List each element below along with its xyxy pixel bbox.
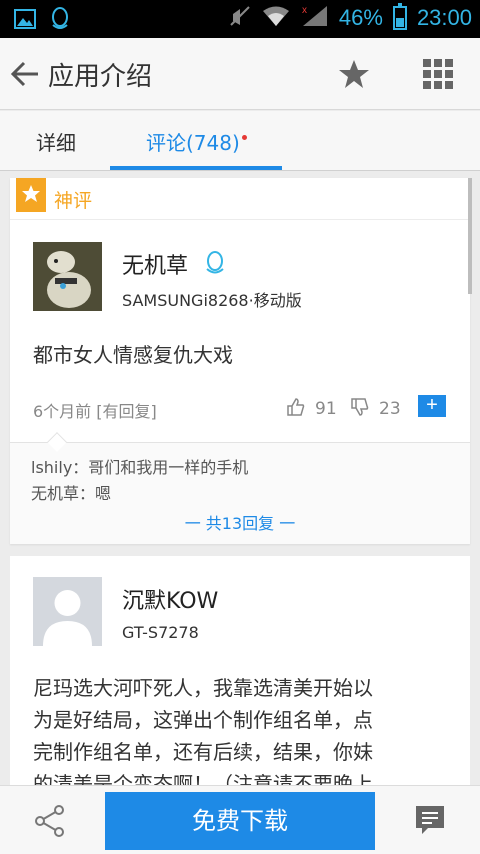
featured-label: 神评: [54, 190, 93, 212]
comment-card: 沉默KOW GT-S7278 尼玛选大河吓死人，我靠选清美开始以 为是好结局，这…: [10, 556, 470, 796]
comment-icon[interactable]: [414, 804, 446, 836]
featured-badge: [16, 178, 46, 212]
unread-dot: [242, 135, 247, 140]
tab-comments[interactable]: 评论(748): [146, 127, 240, 156]
reply-item: lshily：哥们和我用一样的手机: [31, 458, 249, 477]
grid-menu-icon[interactable]: [422, 58, 454, 90]
comment-username[interactable]: 沉默KOW: [122, 583, 218, 615]
favorite-star-icon[interactable]: [338, 58, 370, 90]
tab-bar: 详细 评论(748): [0, 111, 480, 171]
active-tab-indicator: [110, 166, 282, 170]
svg-text:x: x: [302, 5, 307, 16]
page-title: 应用介绍: [48, 62, 153, 92]
tab-detail[interactable]: 详细: [36, 127, 76, 156]
battery-icon: [392, 3, 407, 30]
download-button[interactable]: 免费下载: [105, 792, 375, 850]
thumbs-up-icon[interactable]: [287, 398, 305, 416]
signal-icon: x: [301, 4, 329, 32]
bottom-bar: 免费下载: [0, 785, 480, 854]
star-icon: [22, 185, 40, 202]
back-arrow-icon[interactable]: [10, 60, 40, 88]
comment-line: 尼玛选大河吓死人，我靠选清美开始以: [33, 676, 373, 700]
wifi-icon: [261, 5, 291, 31]
comment-line: 为是好结局，这弹出个制作组名单，点: [33, 708, 373, 732]
default-avatar[interactable]: [33, 577, 102, 646]
divider: [10, 219, 470, 220]
avatar[interactable]: [33, 242, 102, 311]
featured-comment-card: 神评 无机草 SAMSUNGi8268·移动版 都市女人情感复仇大戏 6个月前 …: [10, 178, 470, 544]
add-reply-button[interactable]: +: [418, 395, 446, 417]
comment-meta: 6个月前 [有回复]: [33, 402, 157, 421]
comment-device: GT-S7278: [122, 623, 199, 642]
gallery-icon: [14, 9, 36, 33]
status-bar: x 46% 23:00: [0, 0, 480, 38]
comment-line: 完制作组名单，还有后续，结果，你妹: [33, 740, 373, 764]
thumbs-down-icon[interactable]: [351, 398, 369, 416]
qq-notification-icon: [50, 7, 70, 35]
comment-device: SAMSUNGi8268·移动版: [122, 291, 302, 310]
share-icon[interactable]: [34, 804, 66, 838]
comment-text: 尼玛选大河吓死人，我靠选清美开始以 为是好结局，这弹出个制作组名单，点 完制作组…: [33, 672, 443, 800]
like-count: 91: [315, 399, 337, 419]
reply-item: 无机草：嗯: [31, 484, 112, 503]
comment-username[interactable]: 无机草: [122, 248, 188, 280]
mute-icon: [229, 5, 251, 31]
comment-text: 都市女人情感复仇大戏: [33, 343, 233, 367]
qq-icon: [204, 251, 226, 275]
battery-percent: 46%: [338, 5, 383, 30]
more-replies-link[interactable]: 一 共13回复 一: [10, 510, 470, 534]
clock: 23:00: [416, 5, 472, 30]
dislike-count: 23: [379, 399, 401, 419]
reply-divider: [10, 442, 470, 443]
app-header: 应用介绍: [0, 38, 480, 110]
scrollbar[interactable]: [468, 178, 472, 294]
